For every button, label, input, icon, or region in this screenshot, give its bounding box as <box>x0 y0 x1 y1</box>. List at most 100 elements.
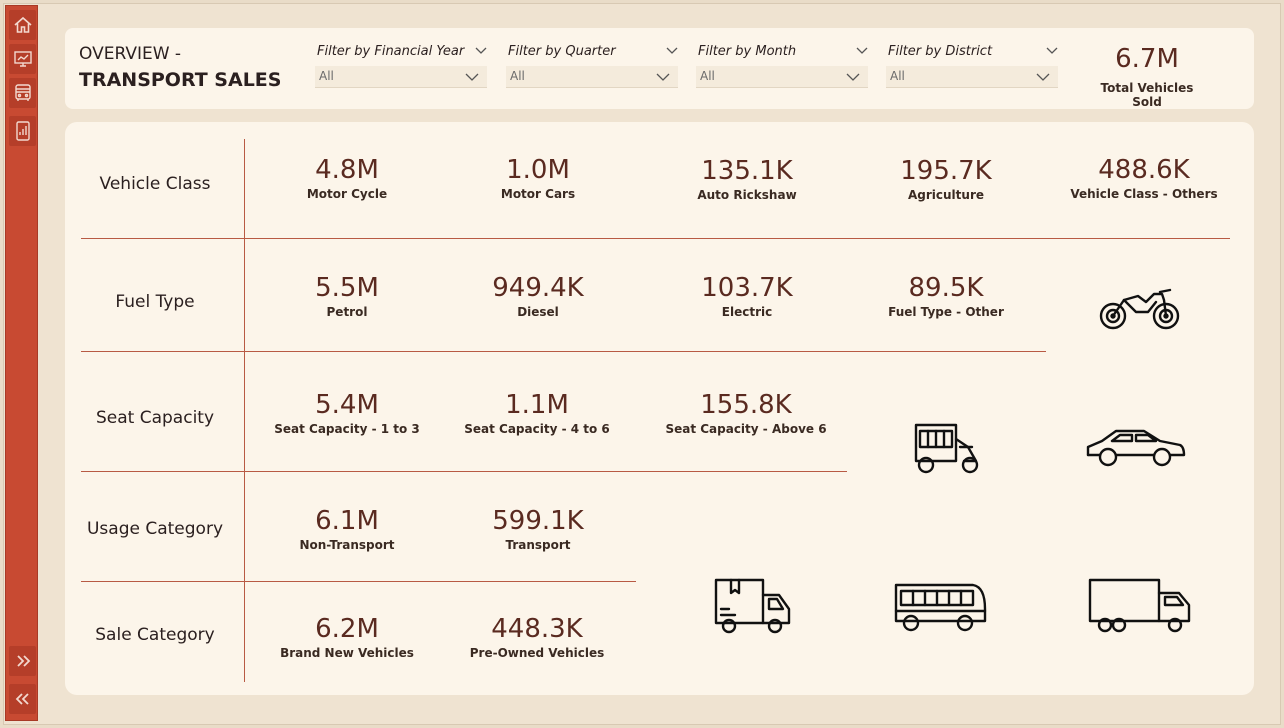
header-card: OVERVIEW - TRANSPORT SALES Filter by Fin… <box>65 28 1254 109</box>
kpi-pre-owned[interactable]: 448.3K Pre-Owned Vehicles <box>442 614 632 660</box>
kpi-value: 6.2M <box>315 614 379 644</box>
filter-value: All <box>510 69 525 83</box>
filter-label: Filter by Quarter <box>508 44 616 59</box>
kpi-label: Seat Capacity - 1 to 3 <box>274 422 420 436</box>
kpi-label: Fuel Type - Other <box>888 305 1004 319</box>
chevron-down-icon[interactable] <box>1046 45 1058 55</box>
kpi-value: 89.5K <box>908 273 984 303</box>
kpi-value: 599.1K <box>492 506 584 536</box>
kpi-value: 5.5M <box>315 273 379 303</box>
kpi-seat-1-to-3[interactable]: 5.4M Seat Capacity - 1 to 3 <box>252 390 442 436</box>
row-divider <box>81 581 636 582</box>
kpi-value: 949.4K <box>492 273 584 303</box>
filter-month[interactable]: Filter by Month All <box>696 42 870 90</box>
kpi-label: Non-Transport <box>299 538 395 552</box>
kpi-brand-new[interactable]: 6.2M Brand New Vehicles <box>252 614 442 660</box>
motorcycle-icon <box>1098 286 1182 332</box>
kpi-label: Auto Rickshaw <box>697 188 797 202</box>
chevron-down-icon <box>465 73 479 81</box>
kpi-value: 4.8M <box>315 155 379 185</box>
kpi-auto-rickshaw[interactable]: 135.1K Auto Rickshaw <box>652 156 842 202</box>
filter-dropdown[interactable]: All <box>315 66 487 88</box>
car-icon <box>1084 427 1188 469</box>
chevron-down-icon[interactable] <box>666 45 678 55</box>
kpi-value: 103.7K <box>701 273 793 303</box>
kpi-seat-4-to-6[interactable]: 1.1M Seat Capacity - 4 to 6 <box>442 390 632 436</box>
kpi-non-transport[interactable]: 6.1M Non-Transport <box>252 506 442 552</box>
kpi-value: 488.6K <box>1098 155 1190 185</box>
filter-dropdown[interactable]: All <box>696 66 868 88</box>
kpi-diesel[interactable]: 949.4K Diesel <box>443 273 633 319</box>
filter-value: All <box>319 69 334 83</box>
filter-dropdown[interactable]: All <box>886 66 1058 88</box>
kpi-label: Electric <box>721 305 773 319</box>
row-divider <box>81 238 1230 239</box>
chevron-down-icon[interactable] <box>475 45 487 55</box>
kpi-label: Transport <box>505 538 571 552</box>
main-panel: Vehicle Class Fuel Type Seat Capacity Us… <box>65 122 1254 695</box>
row-label-vehicle-class: Vehicle Class <box>99 174 211 194</box>
delivery-truck-icon <box>713 577 793 635</box>
kpi-electric[interactable]: 103.7K Electric <box>652 273 842 319</box>
lorry-icon <box>1087 577 1193 635</box>
kpi-label: Motor Cycle <box>306 187 388 201</box>
monitor-report-icon[interactable] <box>9 44 36 74</box>
kpi-label: Motor Cars <box>500 187 576 201</box>
kpi-value: 135.1K <box>701 156 793 186</box>
kpi-fuel-type-other[interactable]: 89.5K Fuel Type - Other <box>851 273 1041 319</box>
filter-financial-year[interactable]: Filter by Financial Year All <box>315 42 489 90</box>
kpi-label: Agriculture <box>907 188 984 202</box>
filter-value: All <box>890 69 905 83</box>
auto-rickshaw-icon <box>912 421 984 477</box>
kpi-seat-above-6[interactable]: 155.8K Seat Capacity - Above 6 <box>651 390 841 436</box>
kpi-label: Seat Capacity - 4 to 6 <box>464 422 610 436</box>
column-divider <box>244 139 245 682</box>
chevron-down-icon <box>656 73 670 81</box>
kpi-motor-cycle[interactable]: 4.8M Motor Cycle <box>252 155 442 201</box>
kpi-label: Pre-Owned Vehicles <box>469 646 605 660</box>
total-vehicles-label: Total Vehicles Sold <box>1100 81 1194 109</box>
kpi-value: 448.3K <box>491 614 583 644</box>
row-divider <box>81 471 847 472</box>
filter-label: Filter by Financial Year <box>317 44 465 59</box>
kpi-petrol[interactable]: 5.5M Petrol <box>252 273 442 319</box>
filter-quarter[interactable]: Filter by Quarter All <box>506 42 680 90</box>
page-title-line1: OVERVIEW - <box>79 44 182 64</box>
filter-district[interactable]: Filter by District All <box>886 42 1060 90</box>
phone-chart-icon[interactable] <box>9 116 36 146</box>
double-chevron-left-icon[interactable] <box>9 684 36 714</box>
row-label-fuel-type: Fuel Type <box>115 292 195 312</box>
kpi-vehicle-class-others[interactable]: 488.6K Vehicle Class - Others <box>1049 155 1239 201</box>
filter-value: All <box>700 69 715 83</box>
kpi-label: Brand New Vehicles <box>280 646 414 660</box>
chevron-down-icon[interactable] <box>856 45 868 55</box>
kpi-value: 1.1M <box>505 390 569 420</box>
kpi-transport[interactable]: 599.1K Transport <box>443 506 633 552</box>
home-icon[interactable] <box>9 10 36 40</box>
double-chevron-right-icon[interactable] <box>9 646 36 676</box>
kpi-value: 5.4M <box>315 390 379 420</box>
kpi-value: 1.0M <box>506 155 570 185</box>
row-label-seat-capacity: Seat Capacity <box>95 408 215 428</box>
row-label-usage-category: Usage Category <box>86 519 224 539</box>
kpi-label: Petrol <box>326 305 368 319</box>
bus-icon <box>893 581 989 635</box>
kpi-label: Diesel <box>517 305 559 319</box>
kpi-label: Vehicle Class - Others <box>1070 187 1218 201</box>
chevron-down-icon <box>1036 73 1050 81</box>
total-vehicles-value: 6.7M <box>1115 44 1179 74</box>
chevron-down-icon <box>846 73 860 81</box>
bus-icon[interactable] <box>9 78 36 108</box>
page-title-line2: TRANSPORT SALES <box>79 69 282 91</box>
kpi-value: 6.1M <box>315 506 379 536</box>
row-divider <box>81 351 1046 352</box>
kpi-agriculture[interactable]: 195.7K Agriculture <box>851 156 1041 202</box>
filter-dropdown[interactable]: All <box>506 66 678 88</box>
sidebar <box>5 5 38 721</box>
kpi-label: Seat Capacity - Above 6 <box>665 422 827 436</box>
kpi-motor-cars[interactable]: 1.0M Motor Cars <box>443 155 633 201</box>
filter-label: Filter by Month <box>698 44 797 59</box>
row-label-sale-category: Sale Category <box>95 625 215 645</box>
kpi-value: 195.7K <box>900 156 992 186</box>
filter-label: Filter by District <box>888 44 993 59</box>
